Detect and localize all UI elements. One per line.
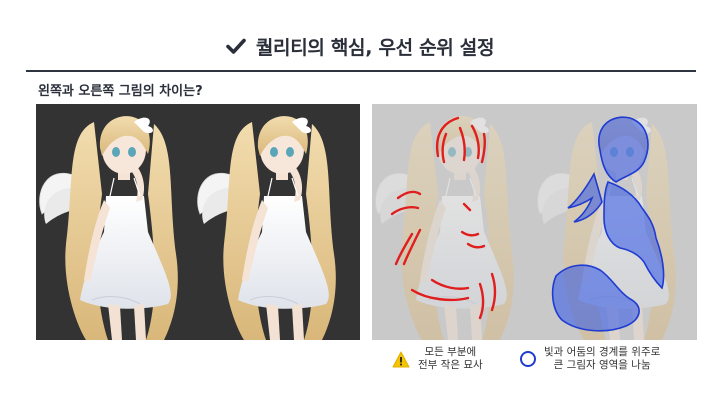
header: 퀄리티의 핵심, 우선 순위 설정	[0, 26, 720, 66]
legend-circle-line1: 빛과 어둠의 경계를 위주로	[544, 346, 661, 358]
comparison-image-right	[372, 104, 697, 340]
legend-warning-line2: 전부 작은 묘사	[418, 359, 483, 371]
annotated-illustrations	[374, 115, 677, 340]
question-text: 왼쪽과 오른쪽 그림의 차이는?	[38, 84, 203, 99]
divider	[26, 70, 696, 72]
legend-warning-text: 모든 부분에 전부 작은 묘사	[418, 346, 483, 372]
page-title: 퀄리티의 핵심, 우선 순위 설정	[255, 36, 495, 59]
legend-warning-line1: 모든 부분에	[424, 346, 477, 358]
comparison-image-left	[36, 104, 360, 340]
check-icon	[226, 38, 246, 54]
legend-circle: 빛과 어둠의 경계를 위주로 큰 그림자 영역을 나눔	[520, 346, 660, 372]
circle-icon	[520, 351, 536, 367]
legend-circle-text: 빛과 어둠의 경계를 위주로 큰 그림자 영역을 나눔	[544, 346, 660, 372]
legend-circle-line2: 큰 그림자 영역을 나눔	[553, 359, 651, 371]
legend-warning: 모든 부분에 전부 작은 묘사	[392, 346, 483, 372]
warning-icon	[392, 351, 410, 367]
angel-girl-illustrations	[38, 115, 337, 340]
